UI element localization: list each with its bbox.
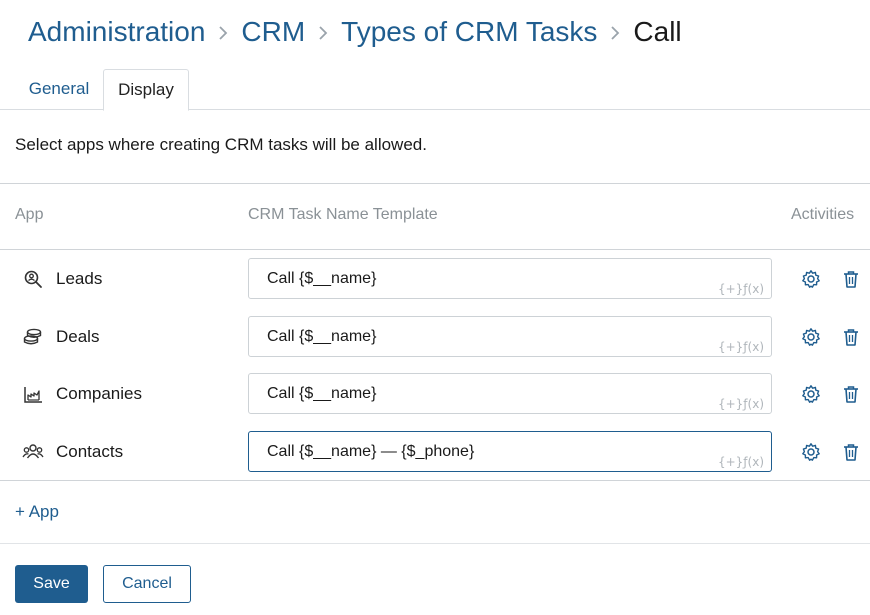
gear-icon[interactable] [799, 440, 823, 464]
template-input[interactable]: Call {$__name} {+}ƒ(x) [248, 373, 772, 414]
column-header-activities: Activities [791, 206, 855, 223]
cancel-button[interactable]: Cancel [103, 565, 191, 603]
trash-icon[interactable] [839, 382, 863, 406]
tab-display[interactable]: Display [103, 69, 189, 111]
table-row: Leads Call {$__name} {+}ƒ(x) [0, 258, 870, 300]
divider [0, 543, 870, 544]
companies-chart-icon [22, 383, 44, 405]
divider [0, 480, 870, 481]
template-input[interactable]: Call {$__name} — {$_phone} {+}ƒ(x) [248, 431, 772, 472]
chevron-right-icon [305, 19, 341, 45]
formula-insert-icon[interactable]: {+}ƒ(x) [718, 282, 764, 296]
column-header-app: App [15, 206, 44, 223]
table-row: Contacts Call {$__name} — {$_phone} {+}ƒ… [0, 431, 870, 473]
formula-insert-icon[interactable]: {+}ƒ(x) [718, 397, 764, 411]
tab-bar: General Display [0, 69, 870, 111]
add-app-link[interactable]: + App [15, 502, 59, 522]
app-cell: Companies [22, 373, 142, 415]
description-text: Select apps where creating CRM tasks wil… [15, 135, 427, 154]
leads-search-icon [22, 268, 44, 290]
chevron-right-icon [205, 19, 241, 45]
app-name: Contacts [56, 442, 124, 461]
gear-icon[interactable] [799, 267, 823, 291]
divider [0, 249, 870, 250]
template-value: Call {$__name} [267, 385, 377, 402]
breadcrumb-administration[interactable]: Administration [28, 16, 205, 48]
chevron-right-icon [597, 19, 633, 45]
deals-coins-icon [22, 326, 44, 348]
app-cell: Contacts [22, 431, 123, 473]
table-row: Companies Call {$__name} {+}ƒ(x) [0, 373, 870, 415]
formula-insert-icon[interactable]: {+}ƒ(x) [718, 455, 764, 469]
page-title: Call [633, 16, 682, 47]
template-input[interactable]: Call {$__name} {+}ƒ(x) [248, 316, 772, 357]
column-header-template: CRM Task Name Template [248, 206, 438, 223]
breadcrumb-types-of-crm-tasks[interactable]: Types of CRM Tasks [341, 16, 597, 48]
breadcrumb: Administration CRM Types of CRM Tasks Ca… [28, 12, 682, 52]
trash-icon[interactable] [839, 440, 863, 464]
app-name: Deals [56, 327, 100, 346]
breadcrumb-crm[interactable]: CRM [241, 16, 305, 48]
app-cell: Leads [22, 258, 102, 300]
tab-general[interactable]: General [16, 69, 102, 110]
page: Administration CRM Types of CRM Tasks Ca… [0, 0, 870, 615]
table-row: Deals Call {$__name} {+}ƒ(x) [0, 316, 870, 358]
app-name: Leads [56, 269, 103, 288]
trash-icon[interactable] [839, 325, 863, 349]
divider [0, 183, 870, 184]
formula-insert-icon[interactable]: {+}ƒ(x) [718, 340, 764, 354]
template-input[interactable]: Call {$__name} {+}ƒ(x) [248, 258, 772, 299]
gear-icon[interactable] [799, 325, 823, 349]
template-value: Call {$__name} [267, 328, 377, 345]
gear-icon[interactable] [799, 382, 823, 406]
app-cell: Deals [22, 316, 99, 358]
template-value: Call {$__name} — {$_phone} [267, 443, 475, 460]
template-value: Call {$__name} [267, 270, 377, 287]
app-name: Companies [56, 384, 142, 403]
trash-icon[interactable] [839, 267, 863, 291]
save-button[interactable]: Save [15, 565, 88, 603]
contacts-people-icon [22, 441, 44, 463]
